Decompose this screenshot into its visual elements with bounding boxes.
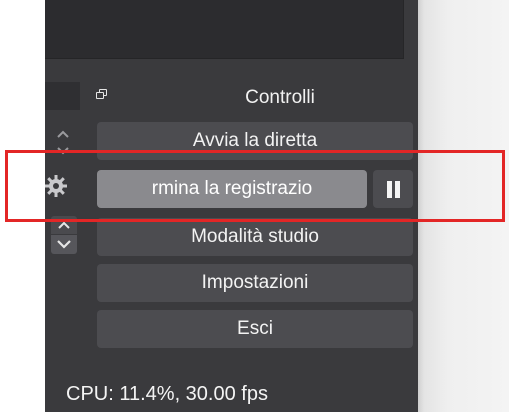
studio-mode-button[interactable]: Modalità studio — [97, 218, 413, 256]
scene-transitions-header — [45, 82, 80, 110]
annotation-highlight-box — [5, 150, 505, 222]
preview-panel — [45, 0, 404, 59]
float-dock-icon[interactable] — [96, 88, 107, 99]
dock-title: Controlli — [245, 87, 315, 108]
exit-button[interactable]: Esci — [97, 310, 413, 348]
stepper-down[interactable] — [51, 235, 77, 254]
cpu-fps-status: CPU: 11.4%, 30.00 fps — [66, 383, 268, 405]
settings-button[interactable]: Impostazioni — [97, 264, 413, 302]
